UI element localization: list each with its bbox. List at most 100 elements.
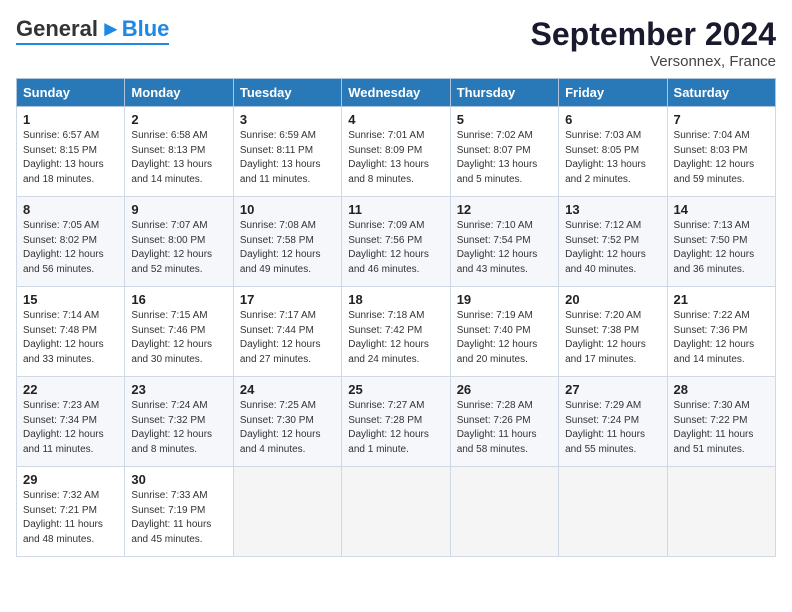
calendar-header-row: Sunday Monday Tuesday Wednesday Thursday… — [17, 79, 776, 107]
day-number: 17 — [240, 292, 335, 307]
day-detail: Sunrise: 7:04 AMSunset: 8:03 PMDaylight:… — [674, 129, 769, 187]
calendar-cell: 16 Sunrise: 7:15 AMSunset: 7:46 PMDayligh… — [125, 287, 233, 377]
calendar-cell: 13 Sunrise: 7:12 AMSunset: 7:52 PMDayligh… — [559, 197, 667, 287]
day-number: 23 — [131, 382, 226, 397]
day-number: 10 — [240, 202, 335, 217]
calendar-cell: 4 Sunrise: 7:01 AMSunset: 8:09 PMDaylight… — [342, 107, 450, 197]
day-detail: Sunrise: 7:17 AMSunset: 7:44 PMDaylight:… — [240, 309, 335, 367]
calendar-cell: 7 Sunrise: 7:04 AMSunset: 8:03 PMDaylight… — [667, 107, 775, 197]
calendar-cell: 29 Sunrise: 7:32 AMSunset: 7:21 PMDayligh… — [17, 467, 125, 557]
calendar-week-row: 1Sunrise: 6:57 AMSunset: 8:15 PMDaylight… — [17, 107, 776, 197]
calendar-cell: 25Sunrise: 7:27 AMSunset: 7:28 PMDayligh… — [342, 377, 450, 467]
day-number: 12 — [457, 202, 552, 217]
calendar-cell: 10 Sunrise: 7:08 AMSunset: 7:58 PMDayligh… — [233, 197, 341, 287]
day-number: 26 — [457, 382, 552, 397]
day-number: 4 — [348, 112, 443, 127]
page-header: General ► Blue September 2024 Versonnex,… — [16, 16, 776, 70]
calendar-table: Sunday Monday Tuesday Wednesday Thursday… — [16, 78, 776, 557]
logo-blue-text: Blue — [122, 16, 170, 42]
day-detail: Sunrise: 7:25 AMSunset: 7:30 PMDaylight:… — [240, 399, 335, 457]
calendar-cell — [233, 467, 341, 557]
day-number: 14 — [674, 202, 769, 217]
day-number: 21 — [674, 292, 769, 307]
day-detail: Sunrise: 7:01 AMSunset: 8:09 PMDaylight:… — [348, 129, 443, 187]
calendar-cell: 27 Sunrise: 7:29 AMSunset: 7:24 PMDayligh… — [559, 377, 667, 467]
day-number: 15 — [23, 292, 118, 307]
calendar-cell: 19 Sunrise: 7:19 AMSunset: 7:40 PMDayligh… — [450, 287, 558, 377]
logo-underline — [16, 43, 169, 45]
calendar-cell: 17 Sunrise: 7:17 AMSunset: 7:44 PMDayligh… — [233, 287, 341, 377]
day-number: 13 — [565, 202, 660, 217]
calendar-cell: 22 Sunrise: 7:23 AMSunset: 7:34 PMDayligh… — [17, 377, 125, 467]
day-number: 7 — [674, 112, 769, 127]
calendar-week-row: 15 Sunrise: 7:14 AMSunset: 7:48 PMDayligh… — [17, 287, 776, 377]
calendar-cell: 8 Sunrise: 7:05 AMSunset: 8:02 PMDaylight… — [17, 197, 125, 287]
day-detail: Sunrise: 7:02 AMSunset: 8:07 PMDaylight:… — [457, 129, 552, 187]
day-detail: Sunrise: 7:30 AMSunset: 7:22 PMDaylight:… — [674, 399, 769, 457]
day-detail: Sunrise: 7:14 AMSunset: 7:48 PMDaylight:… — [23, 309, 118, 367]
day-detail: Sunrise: 7:12 AMSunset: 7:52 PMDaylight:… — [565, 219, 660, 277]
day-detail: Sunrise: 7:18 AMSunset: 7:42 PMDaylight:… — [348, 309, 443, 367]
day-detail: Sunrise: 6:59 AMSunset: 8:11 PMDaylight:… — [240, 129, 335, 187]
calendar-cell — [342, 467, 450, 557]
day-number: 28 — [674, 382, 769, 397]
day-detail: Sunrise: 7:07 AMSunset: 8:00 PMDaylight:… — [131, 219, 226, 277]
day-number: 8 — [23, 202, 118, 217]
calendar-cell: 15 Sunrise: 7:14 AMSunset: 7:48 PMDayligh… — [17, 287, 125, 377]
month-title: September 2024 — [531, 16, 776, 53]
day-detail: Sunrise: 7:23 AMSunset: 7:34 PMDaylight:… — [23, 399, 118, 457]
day-detail: Sunrise: 7:08 AMSunset: 7:58 PMDaylight:… — [240, 219, 335, 277]
calendar-cell: 3 Sunrise: 6:59 AMSunset: 8:11 PMDaylight… — [233, 107, 341, 197]
calendar-cell: 21 Sunrise: 7:22 AMSunset: 7:36 PMDayligh… — [667, 287, 775, 377]
day-number: 27 — [565, 382, 660, 397]
day-number: 22 — [23, 382, 118, 397]
col-sunday: Sunday — [17, 79, 125, 107]
day-detail: Sunrise: 7:09 AMSunset: 7:56 PMDaylight:… — [348, 219, 443, 277]
day-detail: Sunrise: 7:05 AMSunset: 8:02 PMDaylight:… — [23, 219, 118, 277]
day-detail: Sunrise: 7:27 AMSunset: 7:28 PMDaylight:… — [348, 399, 443, 457]
day-detail: Sunrise: 7:15 AMSunset: 7:46 PMDaylight:… — [131, 309, 226, 367]
day-detail: Sunrise: 7:29 AMSunset: 7:24 PMDaylight:… — [565, 399, 660, 457]
day-number: 6 — [565, 112, 660, 127]
calendar-cell: 28 Sunrise: 7:30 AMSunset: 7:22 PMDayligh… — [667, 377, 775, 467]
calendar-cell: 11Sunrise: 7:09 AMSunset: 7:56 PMDayligh… — [342, 197, 450, 287]
calendar-cell — [559, 467, 667, 557]
calendar-cell: 18 Sunrise: 7:18 AMSunset: 7:42 PMDayligh… — [342, 287, 450, 377]
location-subtitle: Versonnex, France — [531, 53, 776, 70]
calendar-week-row: 29 Sunrise: 7:32 AMSunset: 7:21 PMDayligh… — [17, 467, 776, 557]
calendar-week-row: 22 Sunrise: 7:23 AMSunset: 7:34 PMDayligh… — [17, 377, 776, 467]
col-saturday: Saturday — [667, 79, 775, 107]
calendar-cell — [450, 467, 558, 557]
day-number: 30 — [131, 472, 226, 487]
day-detail: Sunrise: 6:57 AMSunset: 8:15 PMDaylight:… — [23, 129, 118, 187]
calendar-cell: 12Sunrise: 7:10 AMSunset: 7:54 PMDayligh… — [450, 197, 558, 287]
day-number: 3 — [240, 112, 335, 127]
title-block: September 2024 Versonnex, France — [531, 16, 776, 70]
day-number: 19 — [457, 292, 552, 307]
day-number: 29 — [23, 472, 118, 487]
calendar-cell: 6 Sunrise: 7:03 AMSunset: 8:05 PMDaylight… — [559, 107, 667, 197]
day-number: 9 — [131, 202, 226, 217]
day-number: 18 — [348, 292, 443, 307]
col-friday: Friday — [559, 79, 667, 107]
day-detail: Sunrise: 7:28 AMSunset: 7:26 PMDaylight:… — [457, 399, 552, 457]
col-monday: Monday — [125, 79, 233, 107]
calendar-week-row: 8 Sunrise: 7:05 AMSunset: 8:02 PMDaylight… — [17, 197, 776, 287]
day-detail: Sunrise: 7:33 AMSunset: 7:19 PMDaylight:… — [131, 489, 226, 547]
day-detail: Sunrise: 7:13 AMSunset: 7:50 PMDaylight:… — [674, 219, 769, 277]
day-detail: Sunrise: 7:22 AMSunset: 7:36 PMDaylight:… — [674, 309, 769, 367]
day-detail: Sunrise: 7:32 AMSunset: 7:21 PMDaylight:… — [23, 489, 118, 547]
col-wednesday: Wednesday — [342, 79, 450, 107]
day-number: 16 — [131, 292, 226, 307]
calendar-cell: 23 Sunrise: 7:24 AMSunset: 7:32 PMDayligh… — [125, 377, 233, 467]
calendar-cell: 1Sunrise: 6:57 AMSunset: 8:15 PMDaylight… — [17, 107, 125, 197]
calendar-cell: 24Sunrise: 7:25 AMSunset: 7:30 PMDayligh… — [233, 377, 341, 467]
col-thursday: Thursday — [450, 79, 558, 107]
logo-arrow-icon: ► — [100, 16, 122, 42]
day-detail: Sunrise: 7:03 AMSunset: 8:05 PMDaylight:… — [565, 129, 660, 187]
calendar-cell — [667, 467, 775, 557]
day-detail: Sunrise: 7:24 AMSunset: 7:32 PMDaylight:… — [131, 399, 226, 457]
logo-general-text: General — [16, 16, 98, 42]
calendar-cell: 5Sunrise: 7:02 AMSunset: 8:07 PMDaylight… — [450, 107, 558, 197]
day-detail: Sunrise: 7:19 AMSunset: 7:40 PMDaylight:… — [457, 309, 552, 367]
